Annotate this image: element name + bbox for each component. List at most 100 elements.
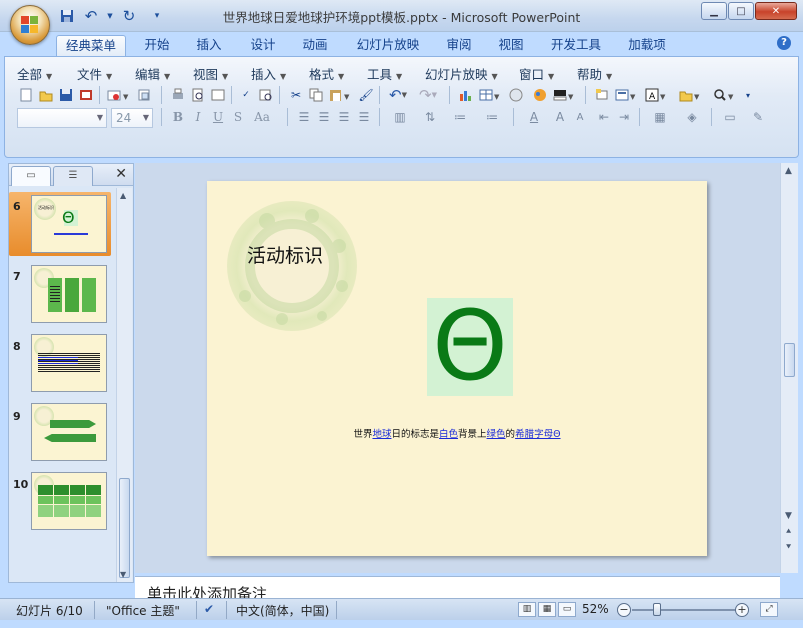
align-right-icon[interactable]: ☰ [335,108,353,126]
slide-scrollbar[interactable]: ▲ ▼ ⯅ ⯆ [780,163,798,573]
permission-icon[interactable] [77,86,95,104]
font-name-combo[interactable]: ▼ [17,108,107,128]
previous-slide-icon[interactable]: ⯅ [785,527,792,537]
text-direction-icon[interactable]: ⇅ [417,108,443,126]
menu-format[interactable]: 格式 ▼ [309,64,344,83]
spellcheck-icon[interactable]: ✔ [204,602,214,616]
earth-day-symbol[interactable]: Θ [427,292,513,400]
format-painter-icon[interactable]: 🖌 [357,86,375,104]
new-icon[interactable] [17,86,35,104]
help-icon[interactable]: ? [777,36,791,50]
slide-thumbnail-6[interactable]: 活动标识 Θ [31,195,107,253]
email-icon[interactable]: ▼ [105,86,131,104]
slide-thumbnail-7[interactable] [31,265,107,323]
shape-fill-icon[interactable]: ▭ [717,108,743,126]
copy-icon[interactable] [307,86,325,104]
minimize-button[interactable]: ▁ [701,2,727,20]
normal-view-button[interactable]: ▥ [518,602,536,617]
spelling-icon[interactable]: ✓ [237,86,255,104]
slide-thumbnail-9[interactable] [31,403,107,461]
scroll-down-icon[interactable]: ▼ [785,511,792,521]
tab-addins[interactable]: 加载项 [620,35,674,56]
zoom-in-icon[interactable]: + [735,603,749,617]
color-grayscale-icon[interactable] [531,86,549,104]
underline-button[interactable]: U [209,108,227,126]
menu-tools[interactable]: 工具 ▼ [367,64,402,83]
arrange-icon[interactable]: ▦ [647,108,673,126]
office-button[interactable] [10,5,50,45]
redo-icon[interactable]: ↷ ▼ [415,86,441,104]
tab-slideshow[interactable]: 幻灯片放映 [348,35,428,56]
tab-home[interactable]: 开始 [136,35,178,56]
clipart-icon[interactable] [507,86,525,104]
fit-to-window-icon[interactable]: ⤢ [760,602,778,617]
tab-developer[interactable]: 开发工具 [544,35,608,56]
thumbnails-scrollbar[interactable]: ▲ ▼ [116,188,132,582]
justify-icon[interactable]: ☰ [355,108,373,126]
current-slide[interactable]: 活动标识 Θ 世界地球日的标志是白色背景上绿色的希腊字母Θ [207,181,707,556]
decrease-font-icon[interactable]: A [571,108,589,126]
paste-icon[interactable]: ▼ [327,86,353,104]
insert-table-icon[interactable]: ▼ [477,86,503,104]
font-color-icon[interactable]: A [521,108,547,126]
slide-title[interactable]: 活动标识 [247,241,323,268]
textbox-icon[interactable]: A ▼ [643,86,669,104]
next-slide-icon[interactable]: ⯆ [785,543,792,553]
shape-outline-icon[interactable]: ✎ [749,108,767,126]
caption-link[interactable]: 绿色 [487,429,506,440]
bold-button[interactable]: B [169,108,187,126]
language-indicator[interactable]: 中文(简体，中国) [236,602,329,619]
scroll-down-icon[interactable]: ▼ [120,570,126,579]
notes-pane[interactable]: 单击此处添加备注 [135,576,780,598]
fullscreen-icon[interactable] [209,86,227,104]
open-icon[interactable] [37,86,55,104]
menu-help[interactable]: 帮助 ▼ [577,64,612,83]
insert-chart-icon[interactable] [457,86,475,104]
increase-font-icon[interactable]: A [551,108,569,126]
slide-caption[interactable]: 世界地球日的标志是白色背景上绿色的希腊字母Θ [207,426,707,440]
caption-link[interactable]: 白色 [439,429,458,440]
find-icon[interactable]: ▼ [711,86,737,104]
zoom-slider-handle[interactable] [653,603,661,616]
font-size-combo[interactable]: 24 ▼ [111,108,153,128]
menu-file[interactable]: 文件 ▼ [77,64,112,83]
menu-edit[interactable]: 编辑 ▼ [135,64,170,83]
scrollbar-thumb[interactable] [784,343,795,377]
tab-insert[interactable]: 插入 [188,35,230,56]
shadow-button[interactable]: S [229,108,247,126]
cut-icon[interactable]: ✂ [287,86,305,104]
align-left-icon[interactable]: ☰ [295,108,313,126]
tab-view[interactable]: 视图 [490,35,532,56]
columns-icon[interactable]: ▥ [387,108,413,126]
slide-sorter-view-button[interactable]: ▦ [538,602,556,617]
print-icon[interactable] [169,86,187,104]
quick-styles-icon[interactable]: ◈ [679,108,705,126]
caption-link[interactable]: 希腊字母Θ [515,429,560,440]
tab-classic-menu[interactable]: 经典菜单 [56,35,126,56]
tab-review[interactable]: 审阅 [438,35,480,56]
close-icon[interactable]: ✕ [115,166,127,182]
italic-button[interactable]: I [189,108,207,126]
shapes-icon[interactable]: ▼ [677,86,703,104]
save-icon[interactable] [57,86,75,104]
slide-thumbnail-8[interactable] [31,334,107,392]
increase-indent-icon[interactable]: ⇥ [615,108,633,126]
toolbar-overflow-icon[interactable]: ▾ [739,86,757,104]
scroll-up-icon[interactable]: ▲ [785,166,792,176]
slides-tab[interactable]: ▭ [11,166,51,186]
tab-design[interactable]: 设计 [242,35,284,56]
decrease-indent-icon[interactable]: ⇤ [595,108,613,126]
numbering-icon[interactable]: ≔ [447,108,473,126]
menu-all[interactable]: 全部 ▼ [17,64,52,83]
menu-insert[interactable]: 插入 ▼ [251,64,286,83]
scrollbar-thumb[interactable] [119,478,130,578]
close-button[interactable]: ✕ [755,2,797,20]
menu-view[interactable]: 视图 ▼ [193,64,228,83]
layout-icon[interactable]: ▼ [613,86,639,104]
align-center-icon[interactable]: ☰ [315,108,333,126]
menu-window[interactable]: 窗口 ▼ [519,64,554,83]
maximize-button[interactable]: □ [728,2,754,20]
slide-thumbnail-10[interactable] [31,472,107,530]
bullets-icon[interactable]: ≔ [479,108,505,126]
scroll-up-icon[interactable]: ▲ [120,191,126,200]
